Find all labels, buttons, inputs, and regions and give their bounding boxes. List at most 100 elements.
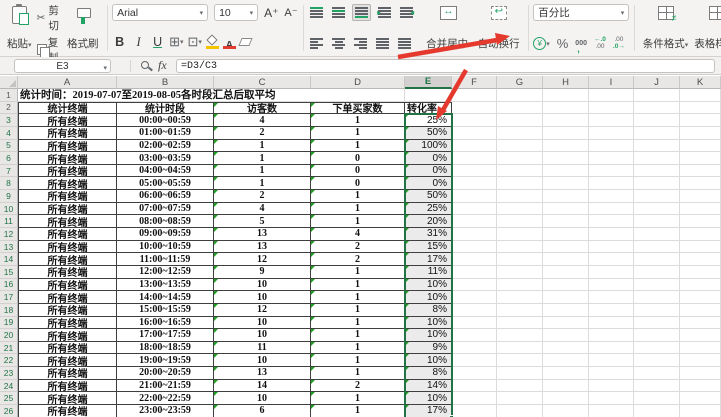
data-cell[interactable]: 16:00~16:59 [117,317,214,330]
row-header-4[interactable]: 4 [0,127,18,140]
cell[interactable] [589,354,634,367]
cell[interactable] [452,354,497,367]
cell[interactable] [680,405,721,417]
cell[interactable] [543,291,589,304]
currency-format-button[interactable]: ¥▾ [533,37,550,50]
cell[interactable] [680,354,721,367]
cell[interactable] [452,329,497,342]
row-header-14[interactable]: 14 [0,253,18,266]
data-cell[interactable]: 19:00~19:59 [117,354,214,367]
cell[interactable] [589,215,634,228]
conversion-cell[interactable]: 15% [405,241,452,254]
increase-font-button[interactable]: A⁺ [264,6,278,20]
data-cell[interactable]: 1 [214,152,311,165]
cell[interactable] [680,329,721,342]
cell[interactable] [543,114,589,127]
cell[interactable] [543,354,589,367]
cell[interactable] [680,215,721,228]
cell[interactable] [452,405,497,417]
font-size-select[interactable]: 10 ▾ [214,4,258,21]
cell[interactable] [452,190,497,203]
cell[interactable] [452,342,497,355]
conversion-cell[interactable]: 14% [405,380,452,393]
cell[interactable] [543,317,589,330]
cell[interactable] [543,89,589,102]
data-cell[interactable]: 10:00~10:59 [117,241,214,254]
row-header-9[interactable]: 9 [0,190,18,203]
cell[interactable] [634,405,680,417]
cell[interactable] [680,203,721,216]
cell[interactable] [680,165,721,178]
title-cell-a1[interactable]: 统计时间：2019-07-07至2019-08-05各时段汇总后取平均 [18,89,405,102]
cell[interactable] [634,241,680,254]
data-cell[interactable]: 1 [311,203,405,216]
data-cell[interactable]: 2 [311,380,405,393]
cell[interactable] [680,228,721,241]
cell[interactable] [452,89,497,102]
cell[interactable] [634,114,680,127]
cell[interactable] [680,380,721,393]
data-cell[interactable]: 15:00~15:59 [117,304,214,317]
align-right-button[interactable] [352,36,369,51]
paste-button[interactable]: 粘贴▾ [4,2,35,55]
data-cell[interactable]: 18:00~18:59 [117,342,214,355]
cell[interactable] [452,165,497,178]
cell[interactable] [543,329,589,342]
cell[interactable] [452,228,497,241]
cell[interactable] [543,102,589,115]
cell[interactable] [589,152,634,165]
cell[interactable] [497,291,543,304]
data-cell[interactable]: 9 [214,266,311,279]
data-cell[interactable]: 所有终端 [18,215,117,228]
data-cell[interactable]: 所有终端 [18,127,117,140]
data-cell[interactable]: 所有终端 [18,241,117,254]
header-cell[interactable]: 统计终端 [18,102,117,115]
data-cell[interactable]: 13 [214,228,311,241]
cell[interactable] [589,203,634,216]
cell[interactable] [589,392,634,405]
select-all-corner[interactable] [0,76,18,89]
row-header-22[interactable]: 22 [0,354,18,367]
decrease-decimal-button[interactable]: .00.0→ [613,37,625,50]
data-cell[interactable]: 所有终端 [18,317,117,330]
cell[interactable] [497,140,543,153]
row-header-23[interactable]: 23 [0,367,18,380]
cell[interactable] [634,165,680,178]
conditional-format-button[interactable]: ≠ 条件格式▾ [640,2,692,55]
cell[interactable] [497,380,543,393]
conversion-cell[interactable]: 9% [405,342,452,355]
cell[interactable] [634,102,680,115]
conversion-cell[interactable]: 0% [405,152,452,165]
conversion-cell[interactable]: 10% [405,279,452,292]
conversion-cell[interactable]: 17% [405,405,452,417]
cell[interactable] [497,190,543,203]
data-cell[interactable]: 06:00~06:59 [117,190,214,203]
valign-bottom-button[interactable] [352,4,371,21]
cell[interactable] [543,177,589,190]
cell[interactable] [589,266,634,279]
data-cell[interactable]: 所有终端 [18,405,117,417]
cell[interactable] [634,317,680,330]
data-cell[interactable]: 所有终端 [18,291,117,304]
cell[interactable] [497,342,543,355]
data-cell[interactable]: 所有终端 [18,203,117,216]
cell[interactable] [589,177,634,190]
conversion-cell[interactable]: 10% [405,291,452,304]
search-function-icon[interactable] [141,61,149,69]
decrease-font-button[interactable]: A⁻ [284,6,297,19]
data-cell[interactable]: 01:00~01:59 [117,127,214,140]
cell[interactable] [497,266,543,279]
cell[interactable] [452,253,497,266]
data-cell[interactable]: 10 [214,279,311,292]
data-cell[interactable]: 所有终端 [18,266,117,279]
data-cell[interactable]: 所有终端 [18,392,117,405]
cell[interactable] [634,228,680,241]
merge-center-button[interactable]: 合并居中▾ [423,2,475,55]
cell[interactable] [634,392,680,405]
data-cell[interactable]: 10 [214,329,311,342]
cell[interactable] [452,380,497,393]
data-cell[interactable]: 10 [214,291,311,304]
cell[interactable] [543,127,589,140]
data-cell[interactable]: 13:00~13:59 [117,279,214,292]
cell[interactable] [543,241,589,254]
